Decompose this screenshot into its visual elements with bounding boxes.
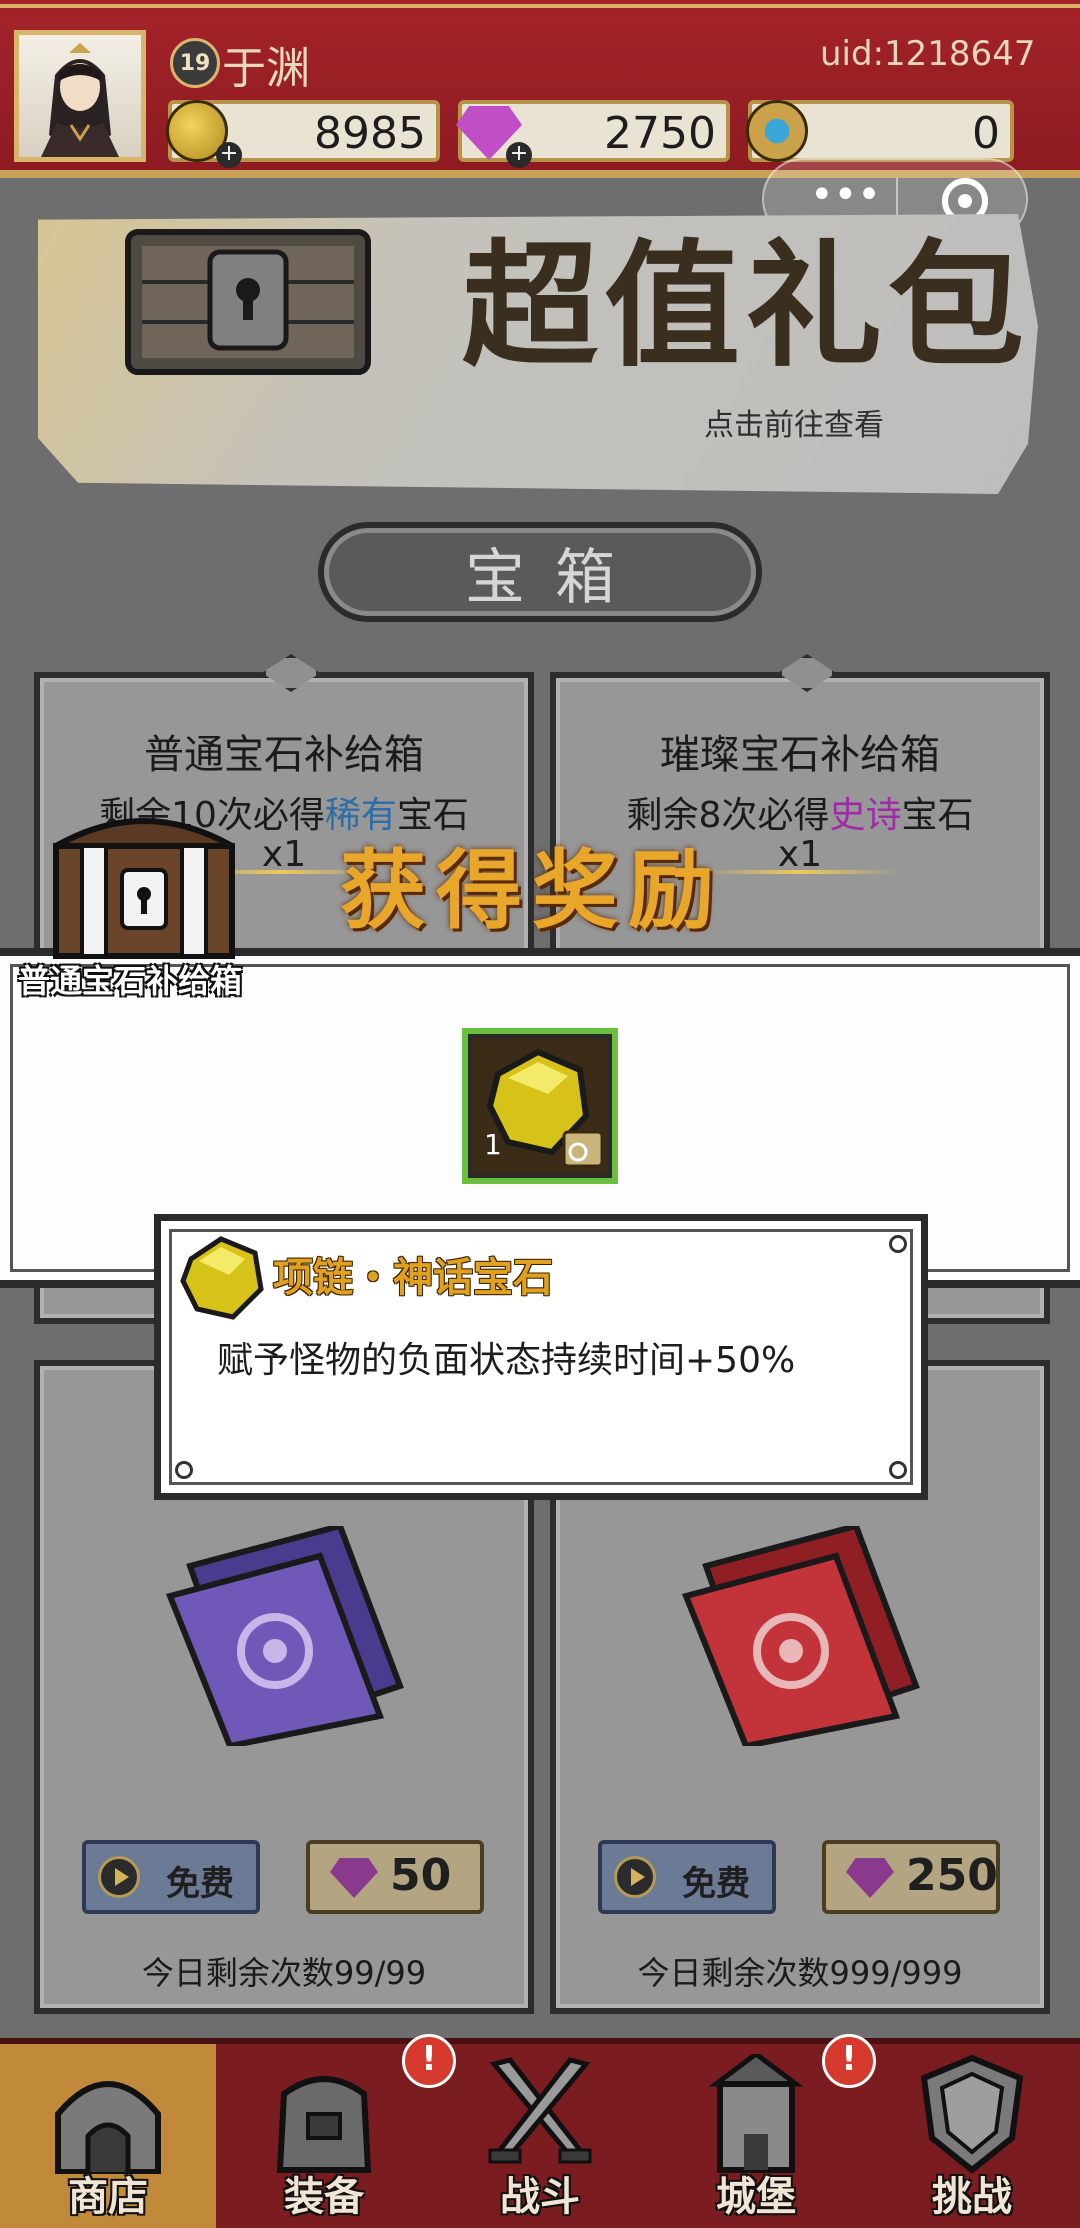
nav-shop[interactable]: 商店 — [0, 2044, 216, 2228]
gem-open-button[interactable]: 250 — [822, 1840, 1000, 1914]
free-label: 免费 — [166, 1864, 234, 1904]
crossed-swords-icon — [488, 2057, 592, 2164]
user-id: uid:1218647 — [820, 34, 1036, 74]
purple-ticket-icon — [165, 1526, 404, 1746]
rivet — [889, 1235, 907, 1253]
banner-title: 超值礼包 — [462, 226, 1030, 386]
rivet — [889, 1461, 907, 1479]
title-flourish-right — [700, 870, 900, 874]
nav-castle[interactable]: ! 城堡 — [648, 2034, 876, 2228]
shop-icon — [55, 2081, 161, 2174]
purple-gem-icon — [330, 1858, 378, 1898]
item-description: 赋予怪物的负面状态持续时间+50% — [217, 1340, 796, 1381]
reward-item-count: 1 — [484, 1128, 502, 1161]
reward-source-label: 普通宝石补给箱 — [18, 962, 243, 1000]
gem-open-button[interactable]: 50 — [306, 1840, 484, 1914]
castle-icon — [708, 2054, 804, 2173]
section-title-chests: 宝箱 — [318, 522, 762, 622]
reward-chest-icon — [53, 818, 235, 959]
equipment-bag-icon — [276, 2076, 372, 2173]
free-label: 免费 — [682, 1864, 750, 1904]
treasure-chest-icon — [125, 229, 371, 375]
crystal-amount: 0 — [972, 108, 1000, 159]
player-avatar[interactable] — [14, 30, 146, 162]
nav-battle[interactable]: 战斗 — [432, 2044, 648, 2228]
gold-amount: 8985 — [314, 108, 426, 159]
blue-crystal-coin-icon — [746, 100, 808, 162]
add-gem-icon[interactable]: + — [506, 142, 532, 168]
card-title: 普通宝石补给箱 — [144, 732, 424, 778]
add-gold-icon[interactable]: + — [216, 142, 242, 168]
avatar-portrait-icon — [41, 43, 119, 157]
tooltip-gem-icon — [180, 1236, 264, 1320]
card-title: 璀璨宝石补给箱 — [660, 732, 940, 778]
video-play-icon — [614, 1856, 656, 1898]
crystal-currency[interactable]: 0 — [746, 100, 1014, 162]
rivet — [175, 1461, 193, 1479]
gem-amount: 2750 — [604, 108, 716, 159]
purple-gem-icon — [846, 1858, 894, 1898]
section-title-text: 宝箱 — [465, 542, 645, 613]
nav-label: 商店 — [68, 2174, 148, 2220]
nav-label: 城堡 — [716, 2174, 796, 2220]
free-open-button[interactable]: 免费 — [82, 1840, 260, 1914]
player-name: 于渊 — [222, 43, 310, 94]
item-name: 项链・神话宝石 — [273, 1255, 553, 1301]
nav-label: 挑战 — [932, 2174, 1012, 2220]
video-play-icon — [98, 1856, 140, 1898]
nav-label: 装备 — [284, 2174, 364, 2220]
gold-currency[interactable]: + 8985 — [166, 100, 440, 168]
red-ticket-icon — [681, 1526, 920, 1746]
daily-remaining: 今日剩余次数999/999 — [637, 1954, 963, 1992]
item-tooltip: 项链・神话宝石 赋予怪物的负面状态持续时间+50% — [154, 1214, 928, 1500]
gem-currency[interactable]: + 2750 — [456, 100, 730, 168]
free-open-button[interactable]: 免费 — [598, 1840, 776, 1914]
gem-price: 250 — [906, 1850, 998, 1901]
nav-equipment[interactable]: ! 装备 — [216, 2034, 456, 2228]
rarity-epic: 史诗 — [829, 795, 902, 836]
nav-label: 战斗 — [500, 2174, 580, 2220]
guarantee-suffix: 宝石 — [901, 795, 974, 836]
banner-hint: 点击前往查看 — [704, 408, 884, 443]
nav-challenge[interactable]: 挑战 — [864, 2044, 1080, 2228]
gem-price: 50 — [390, 1850, 452, 1901]
level-badge: 19 — [170, 38, 220, 88]
bottom-navigation: 商店 ! 装备 战斗 ! 城堡 挑战 — [0, 2034, 1080, 2228]
shield-icon — [920, 2054, 1024, 2174]
daily-remaining: 今日剩余次数99/99 — [141, 1954, 427, 1992]
reward-title: 获得奖励 — [340, 840, 724, 941]
